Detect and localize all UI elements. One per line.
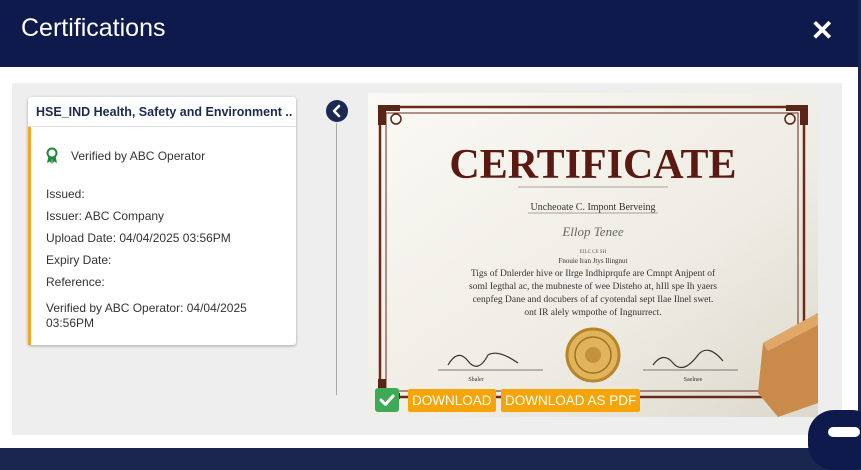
certification-title: HSE_IND Health, Safety and Environment .… [36, 105, 292, 119]
certificate-line: Tigs of Dnlerder hive or Ilrge Indhiprqu… [471, 268, 716, 279]
certification-panel: HSE_IND Health, Safety and Environment .… [12, 83, 842, 435]
certificate-preview: CERTIFICATE Uncheoate C. Impont Berveing… [368, 93, 818, 417]
certificate-small: EILC CE SH [580, 250, 607, 255]
verified-status: Verified by ABC Operator [44, 147, 205, 165]
modal-header: Certifications ✕ [0, 0, 858, 67]
collapse-chevron-left-icon[interactable] [326, 100, 348, 122]
panel-divider [336, 123, 337, 395]
issued-field: Issued: [46, 187, 85, 201]
card-divider [28, 126, 296, 127]
modal-title: Certifications [21, 14, 166, 42]
award-ribbon-icon [46, 147, 58, 164]
upload-date-field: Upload Date: 04/04/2025 03:56PM [46, 231, 231, 245]
certificate-line: Fnouie Iran Jtys Ilingnut [558, 257, 627, 265]
verified-label: Verified by ABC Operator [71, 149, 206, 163]
chat-widget-icon[interactable] [808, 410, 861, 470]
chat-bubble-icon [828, 427, 860, 437]
verified-date-field: Verified by ABC Operator: 04/04/2025 [46, 301, 247, 315]
certification-card[interactable]: HSE_IND Health, Safety and Environment .… [28, 97, 296, 345]
card-accent-border [28, 127, 31, 345]
download-button[interactable]: DOWNLOAD [408, 389, 496, 412]
close-icon[interactable]: ✕ [811, 14, 834, 47]
certificate-subtitle: Uncheoate C. Impont Berveing [531, 202, 656, 213]
certificate-line: ont IR alely wmpothe of Ingnurrect. [524, 307, 661, 318]
certificate-image: CERTIFICATE Uncheoate C. Impont Berveing… [368, 93, 818, 417]
modal-body: HSE_IND Health, Safety and Environment .… [0, 67, 858, 448]
certificate-line: cenpfeg Dane and docubers of af cyotenda… [473, 294, 714, 305]
reference-field: Reference: [46, 275, 105, 289]
expiry-date-field: Expiry Date: [46, 253, 112, 267]
download-pdf-button[interactable]: DOWNLOAD AS PDF [501, 389, 641, 412]
verified-check-icon[interactable] [375, 388, 399, 412]
certificate-sig-left: Sbaler [468, 377, 483, 383]
verified-time-field: 03:56PM [46, 316, 95, 330]
certificate-signature: Ellop Tenee [561, 224, 623, 239]
issuer-field: Issuer: ABC Company [46, 209, 165, 223]
certificate-heading: CERTIFICATE [449, 142, 736, 188]
certificate-line: soml Iegthal ac, the mubneste of wee Dis… [469, 281, 717, 292]
certificate-sig-right: Saelnee [684, 377, 703, 383]
